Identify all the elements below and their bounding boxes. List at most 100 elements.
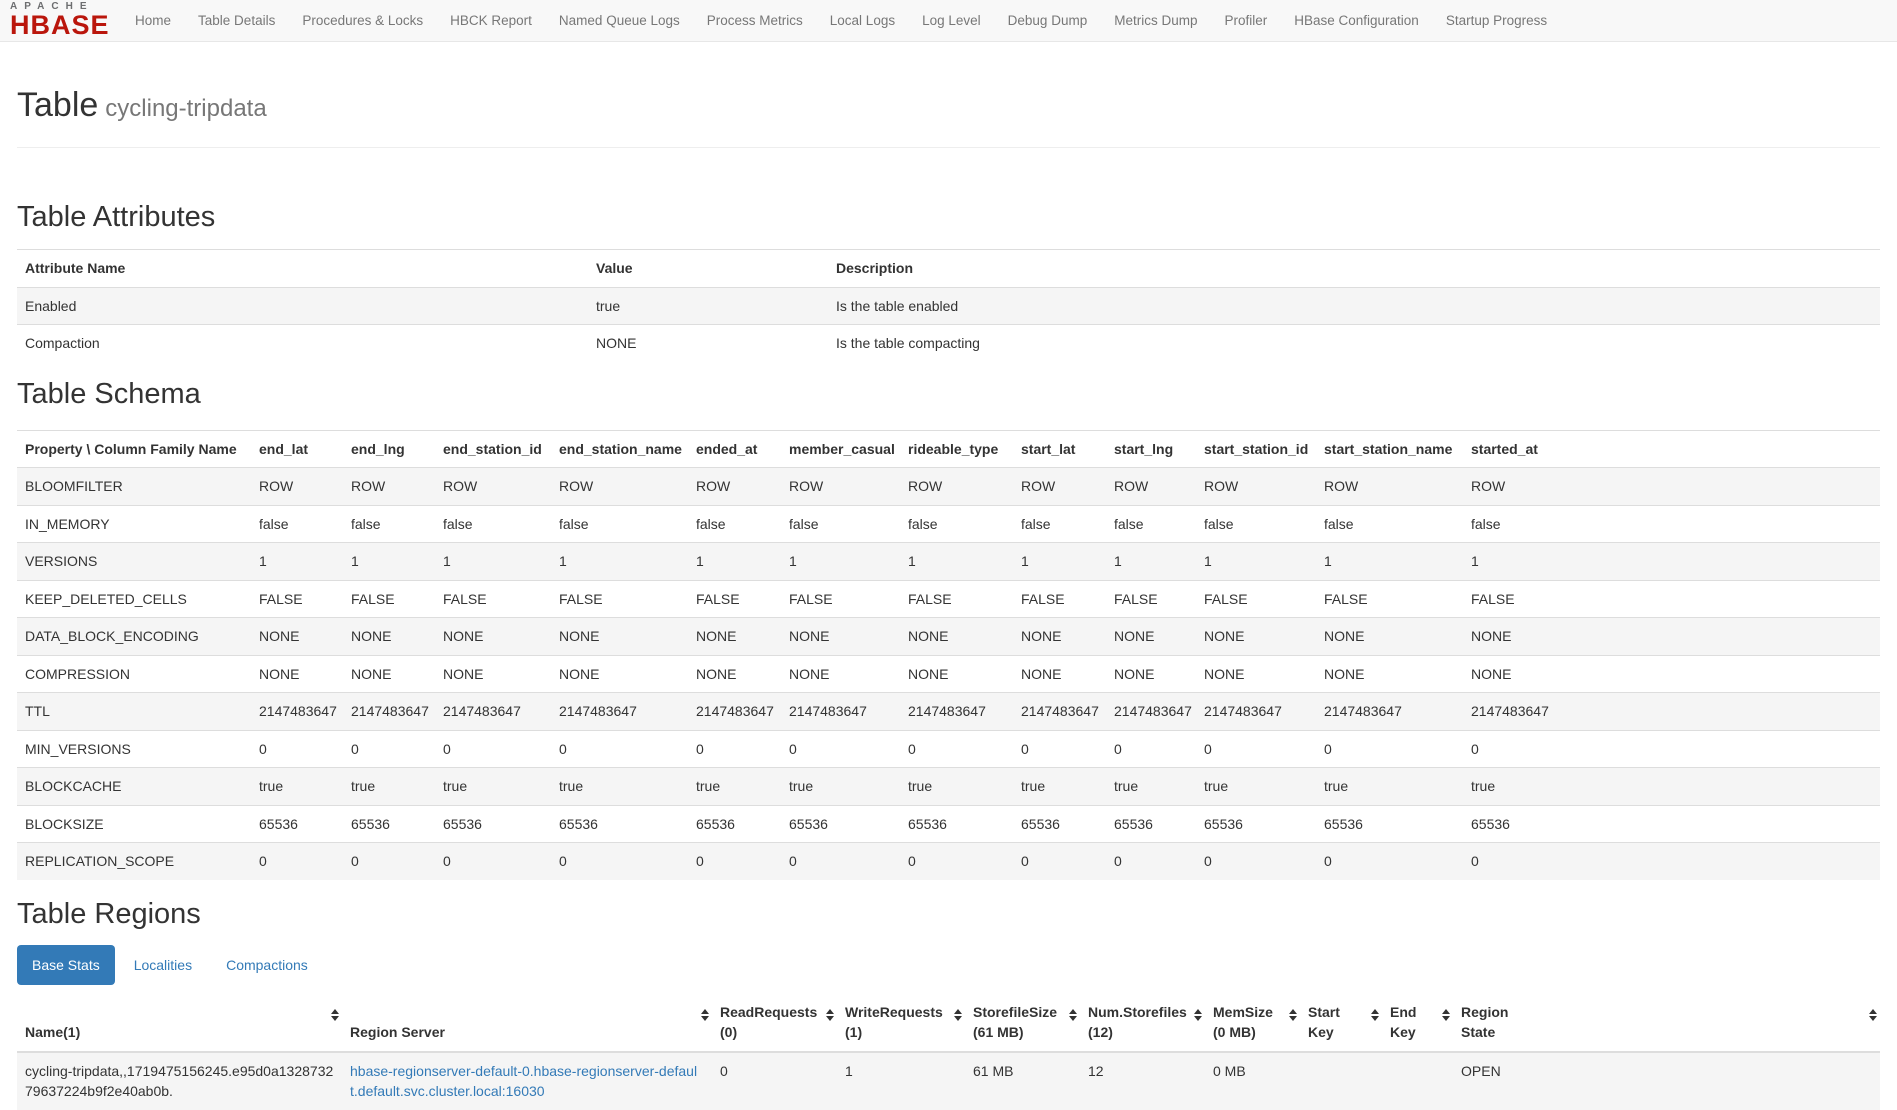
schema-value-cell: 0 (251, 843, 343, 880)
schema-value-cell: ROW (1196, 468, 1316, 506)
schema-value-cell: 2147483647 (551, 693, 688, 731)
schema-value-cell: false (435, 505, 551, 543)
nav-item-local-logs[interactable]: Local Logs (816, 0, 908, 42)
sort-icon[interactable] (331, 1009, 339, 1021)
schema-value-cell: FALSE (900, 580, 1013, 618)
column-header-label: WriteRequests (1) (845, 1002, 953, 1043)
schema-value-cell: 2147483647 (251, 693, 343, 731)
attribute-value-cell: NONE (588, 325, 828, 362)
page-title-text: Table (17, 86, 98, 124)
column-header-readrequests-0[interactable]: ReadRequests (0) (712, 994, 837, 1052)
column-header-end-key[interactable]: End Key (1382, 994, 1453, 1052)
schema-value-cell: NONE (688, 655, 781, 693)
nav-item-home[interactable]: Home (122, 0, 185, 42)
column-header-ended-at: ended_at (688, 430, 781, 468)
end-key-cell (1382, 1052, 1453, 1110)
table-regions-heading: Table Regions (17, 896, 1880, 932)
sort-icon[interactable] (1289, 1009, 1297, 1021)
schema-value-cell: 0 (781, 730, 900, 768)
sort-icon[interactable] (954, 1009, 962, 1021)
schema-value-cell: 0 (1106, 730, 1196, 768)
schema-value-cell: NONE (1013, 618, 1106, 656)
nav-item-hbck-report[interactable]: HBCK Report (437, 0, 546, 42)
region-row: cycling-tripdata,,1719475156245.e95d0a13… (17, 1052, 1880, 1110)
column-header-value: Value (588, 250, 828, 288)
sort-up-arrow-icon (1069, 1009, 1077, 1014)
schema-value-cell: NONE (1316, 655, 1463, 693)
column-header-member-casual: member_casual (781, 430, 900, 468)
sort-icon[interactable] (701, 1009, 709, 1021)
column-header-end-lng: end_lng (343, 430, 435, 468)
column-header-label: ReadRequests (0) (720, 1002, 827, 1043)
tab-compactions[interactable]: Compactions (211, 945, 323, 985)
column-header-region-server[interactable]: Region Server (342, 994, 712, 1052)
nav-item-hbase-configuration[interactable]: HBase Configuration (1281, 0, 1433, 42)
tab-localities[interactable]: Localities (119, 945, 207, 985)
sort-icon[interactable] (1371, 1009, 1379, 1021)
sort-up-arrow-icon (1442, 1009, 1450, 1014)
schema-value-cell: false (1013, 505, 1106, 543)
hbase-logo[interactable]: APACHE HBASE (10, 2, 110, 39)
tab-base-stats[interactable]: Base Stats (17, 945, 115, 985)
nav-item-debug-dump[interactable]: Debug Dump (994, 0, 1101, 42)
column-header-name-1[interactable]: Name(1) (17, 994, 342, 1052)
column-header-writerequests-1[interactable]: WriteRequests (1) (837, 994, 965, 1052)
nav-item-startup-progress[interactable]: Startup Progress (1432, 0, 1560, 42)
nav-item-log-level[interactable]: Log Level (909, 0, 995, 42)
schema-value-cell: FALSE (435, 580, 551, 618)
schema-property-name-cell: DATA_BLOCK_ENCODING (17, 618, 251, 656)
schema-value-cell: FALSE (343, 580, 435, 618)
schema-value-cell: FALSE (1316, 580, 1463, 618)
attributes-header-row: Attribute NameValueDescription (17, 250, 1880, 288)
schema-value-cell: 1 (900, 543, 1013, 581)
column-header-region-state[interactable]: Region State (1453, 994, 1880, 1052)
sort-icon[interactable] (1442, 1009, 1450, 1021)
schema-row: TTL2147483647214748364721474836472147483… (17, 693, 1880, 731)
schema-value-cell: ROW (551, 468, 688, 506)
schema-value-cell: 65536 (251, 805, 343, 843)
start-key-cell (1300, 1052, 1382, 1110)
sort-up-arrow-icon (1194, 1009, 1202, 1014)
sort-icon[interactable] (1069, 1009, 1077, 1021)
schema-value-cell: 2147483647 (688, 693, 781, 731)
schema-value-cell: NONE (551, 618, 688, 656)
sort-down-arrow-icon (1442, 1016, 1450, 1021)
column-header-num-storefiles-12[interactable]: Num.Storefiles (12) (1080, 994, 1205, 1052)
nav-item-process-metrics[interactable]: Process Metrics (693, 0, 816, 42)
sort-down-arrow-icon (826, 1016, 834, 1021)
table-schema-heading: Table Schema (17, 376, 1880, 412)
schema-value-cell: FALSE (1106, 580, 1196, 618)
nav-item-named-queue-logs[interactable]: Named Queue Logs (545, 0, 693, 42)
column-header-start-lat: start_lat (1013, 430, 1106, 468)
sort-down-arrow-icon (1069, 1016, 1077, 1021)
region-server-link[interactable]: hbase-regionserver-default-0.hbase-regio… (350, 1063, 697, 1100)
sort-up-arrow-icon (954, 1009, 962, 1014)
schema-value-cell: ROW (1463, 468, 1880, 506)
sort-icon[interactable] (1194, 1009, 1202, 1021)
schema-value-cell: 0 (435, 730, 551, 768)
schema-row: BLOOMFILTERROWROWROWROWROWROWROWROWROWRO… (17, 468, 1880, 506)
nav-item-metrics-dump[interactable]: Metrics Dump (1101, 0, 1211, 42)
sort-down-arrow-icon (701, 1016, 709, 1021)
schema-value-cell: NONE (551, 655, 688, 693)
sort-up-arrow-icon (1289, 1009, 1297, 1014)
sort-icon[interactable] (1869, 1009, 1877, 1021)
nav-item-table-details[interactable]: Table Details (185, 0, 289, 42)
schema-value-cell: true (251, 768, 343, 806)
column-header-memsize-0-mb[interactable]: MemSize (0 MB) (1205, 994, 1300, 1052)
schema-value-cell: 0 (343, 730, 435, 768)
schema-value-cell: ROW (435, 468, 551, 506)
schema-value-cell: FALSE (1013, 580, 1106, 618)
column-header-storefilesize-61-mb[interactable]: StorefileSize (61 MB) (965, 994, 1080, 1052)
nav-item-profiler[interactable]: Profiler (1211, 0, 1281, 42)
region-name-cell: cycling-tripdata,,1719475156245.e95d0a13… (17, 1052, 342, 1110)
column-header-attribute-name: Attribute Name (17, 250, 588, 288)
schema-row: KEEP_DELETED_CELLSFALSEFALSEFALSEFALSEFA… (17, 580, 1880, 618)
sort-icon[interactable] (826, 1009, 834, 1021)
schema-value-cell: true (551, 768, 688, 806)
nav-item-procedures-locks[interactable]: Procedures & Locks (289, 0, 437, 42)
column-header-start-key[interactable]: Start Key (1300, 994, 1382, 1052)
column-header-description: Description (828, 250, 1880, 288)
attribute-description-cell: Is the table compacting (828, 325, 1880, 362)
schema-value-cell: false (343, 505, 435, 543)
